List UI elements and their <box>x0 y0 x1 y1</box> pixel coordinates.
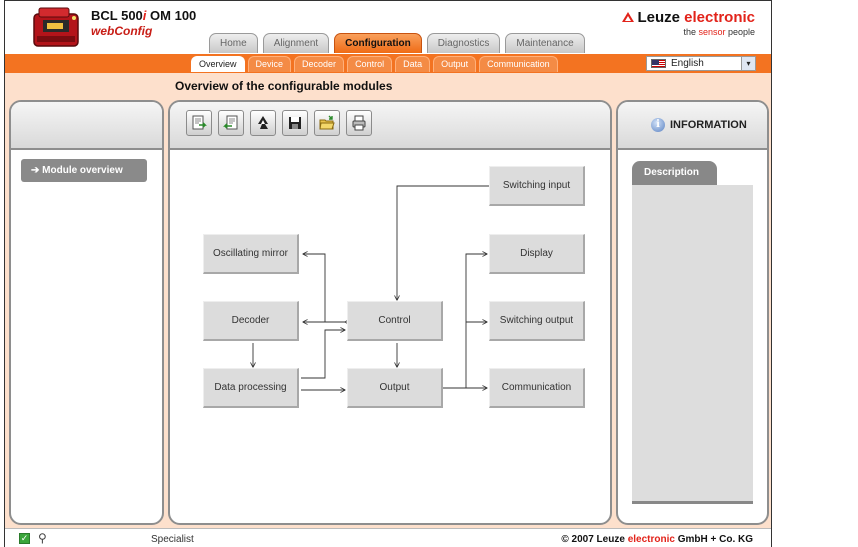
checkmark-icon: ✓ <box>19 533 30 544</box>
subtab-overview[interactable]: Overview <box>191 56 245 72</box>
information-title: INFORMATION <box>670 119 747 131</box>
print-icon <box>352 115 366 131</box>
open-file-button[interactable] <box>314 110 340 136</box>
network-connection-icon: ⚲ <box>38 531 47 545</box>
status-bar: ✓ ⚲ Specialist © 2007 Leuze electronic G… <box>5 528 771 547</box>
save-icon <box>289 117 301 129</box>
tab-maintenance[interactable]: Maintenance <box>505 33 585 53</box>
module-overview-button[interactable]: ➔ Module overview <box>21 159 147 182</box>
language-selected: English <box>671 58 704 69</box>
sub-tabs: Overview Device Decoder Control Data Out… <box>191 56 558 72</box>
page-title: Overview of the configurable modules <box>175 79 393 93</box>
print-button[interactable] <box>346 110 372 136</box>
module-switching-input[interactable]: Switching input <box>489 166 585 206</box>
toolbar <box>186 110 372 136</box>
copyright: © 2007 Leuze electronic GmbH + Co. KG <box>561 534 753 545</box>
sub-tab-bar: Overview Device Decoder Control Data Out… <box>5 54 771 73</box>
save-button[interactable] <box>282 110 308 136</box>
module-switching-output[interactable]: Switching output <box>489 301 585 341</box>
leuze-triangle-icon <box>622 12 635 22</box>
subtab-output[interactable]: Output <box>433 56 477 72</box>
header: BCL 500i OM 100 webConfig Leuze electron… <box>5 1 771 55</box>
recycle-reset-icon <box>258 116 268 129</box>
user-level: Specialist <box>151 534 194 545</box>
tab-configuration[interactable]: Configuration <box>334 33 422 53</box>
app-name: webConfig <box>91 24 153 38</box>
module-decoder[interactable]: Decoder <box>203 301 299 341</box>
subtab-device[interactable]: Device <box>247 56 292 72</box>
app-window: BCL 500i OM 100 webConfig Leuze electron… <box>4 0 772 547</box>
main-tabs: Home Alignment Configuration Diagnostics… <box>209 33 585 53</box>
info-icon: i <box>651 118 665 132</box>
subtab-data[interactable]: Data <box>395 56 431 72</box>
tab-home[interactable]: Home <box>209 33 258 53</box>
us-flag-icon <box>651 59 666 68</box>
module-display[interactable]: Display <box>489 234 585 274</box>
subtab-control[interactable]: Control <box>347 56 393 72</box>
module-communication[interactable]: Communication <box>489 368 585 408</box>
tab-diagnostics[interactable]: Diagnostics <box>426 33 501 53</box>
device-logo-icon <box>33 7 79 47</box>
description-tab[interactable]: Description <box>632 161 717 185</box>
chevron-down-icon[interactable]: ▾ <box>741 57 755 70</box>
module-oscillating-mirror[interactable]: Oscillating mirror <box>203 234 299 274</box>
download-from-device-button[interactable] <box>218 110 244 136</box>
language-select[interactable]: English ▾ <box>646 56 756 71</box>
upload-to-device-button[interactable] <box>186 110 212 136</box>
subtab-communication[interactable]: Communication <box>479 56 558 72</box>
open-folder-icon <box>319 115 335 130</box>
description-area <box>632 185 753 504</box>
reset-defaults-button[interactable] <box>250 110 276 136</box>
module-output[interactable]: Output <box>347 368 443 408</box>
download-from-device-icon <box>223 115 238 130</box>
tab-alignment[interactable]: Alignment <box>262 33 330 53</box>
information-header: i INFORMATION <box>651 118 747 132</box>
subtab-decoder[interactable]: Decoder <box>294 56 345 72</box>
upload-to-device-icon <box>192 115 207 130</box>
module-data-processing[interactable]: Data processing <box>203 368 299 408</box>
product-title: BCL 500i OM 100 <box>91 8 197 23</box>
left-panel-header <box>11 102 162 150</box>
brand-logo: Leuze electronic the sensor people <box>622 9 755 37</box>
module-control[interactable]: Control <box>347 301 443 341</box>
